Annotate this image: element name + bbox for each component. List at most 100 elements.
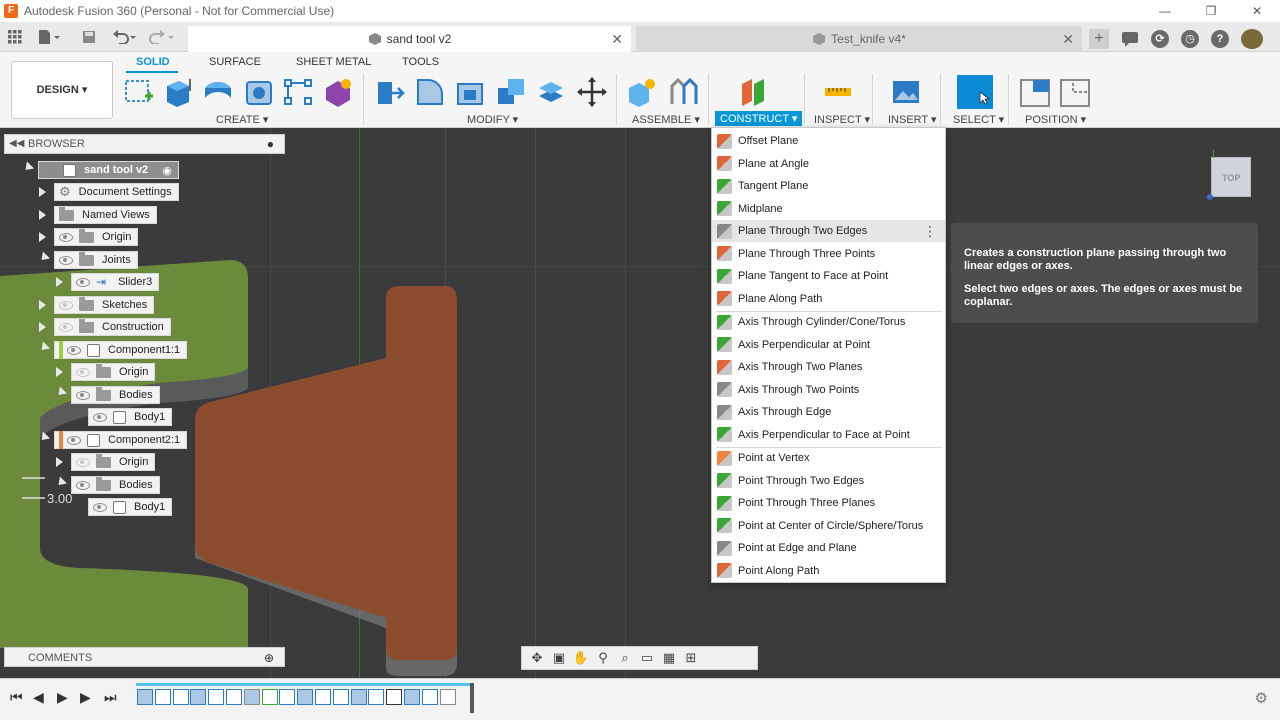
construct-menu-item[interactable]: Axis Through Cylinder/Cone/Torus	[712, 311, 945, 333]
workspace-switcher[interactable]: DESIGN ▾	[11, 61, 113, 119]
timeline-feature-icon[interactable]	[243, 689, 260, 705]
save-icon[interactable]	[82, 22, 96, 52]
expand-arrow-icon[interactable]	[39, 210, 46, 220]
viewports-icon[interactable]: ⊞	[682, 650, 700, 666]
browser-node[interactable]: ⚙ Document Settings	[39, 183, 179, 201]
browser-node[interactable]: Component1:1	[37, 341, 188, 359]
capture-position-icon[interactable]	[1019, 76, 1051, 108]
timeline-feature-icon[interactable]	[297, 689, 314, 705]
avatar[interactable]	[1241, 29, 1263, 49]
construct-menu-item[interactable]: Point Along Path	[712, 560, 945, 582]
grid-settings-icon[interactable]: ▦	[660, 650, 678, 666]
extrude-icon[interactable]	[162, 76, 194, 108]
add-comment-icon[interactable]: ⊕	[264, 651, 274, 665]
pan-icon[interactable]: ✋	[572, 650, 590, 666]
expand-arrow-icon[interactable]	[39, 300, 46, 310]
browser-node[interactable]: Construction	[39, 318, 171, 336]
construct-menu-item[interactable]: Point Through Two Edges	[712, 470, 945, 492]
visibility-eye-icon[interactable]	[93, 412, 107, 422]
viewcube[interactable]: TOP	[1211, 157, 1251, 197]
new-tab-button[interactable]: +	[1089, 29, 1109, 49]
look-at-icon[interactable]: ▣	[550, 650, 568, 666]
timeline-settings-icon[interactable]: ⚙	[1255, 689, 1268, 707]
app-grid-icon[interactable]	[8, 22, 22, 52]
browser-pin-icon[interactable]: ●	[267, 137, 274, 151]
tab-tools[interactable]: TOOLS	[402, 56, 439, 68]
construct-menu-item[interactable]: Plane Tangent to Face at Point	[712, 265, 945, 287]
display-settings-icon[interactable]: ▭	[638, 650, 656, 666]
job-status-icon[interactable]: ⟳	[1151, 30, 1169, 48]
browser-node[interactable]: Body1	[88, 408, 173, 426]
timeline-feature-icon[interactable]	[421, 689, 438, 705]
construct-menu-item[interactable]: Point at Edge and Plane	[712, 537, 945, 559]
tab-sand-tool[interactable]: sand tool v2 ✕	[188, 26, 631, 52]
construct-menu-item[interactable]: Point Through Three Planes	[712, 492, 945, 514]
undo-icon[interactable]	[112, 22, 138, 52]
zoom-window-icon[interactable]: ⌕	[616, 650, 634, 666]
visibility-eye-icon[interactable]	[67, 435, 81, 445]
visibility-eye-icon[interactable]	[76, 390, 90, 400]
zoom-icon[interactable]: ⚲	[594, 650, 612, 666]
construct-menu-item[interactable]: Plane at Angle	[712, 153, 945, 175]
pattern-icon[interactable]	[282, 76, 314, 108]
revolve-icon[interactable]	[202, 76, 234, 108]
construct-menu-item[interactable]: Axis Through Two Planes	[712, 356, 945, 378]
modify-group-label[interactable]: MODIFY ▾	[467, 113, 518, 126]
timeline-feature-icon[interactable]	[154, 689, 171, 705]
construct-menu-item[interactable]: Offset Plane	[712, 130, 945, 152]
collapse-browser-icon[interactable]: ◀◀	[9, 138, 24, 149]
assemble-group-label[interactable]: ASSEMBLE ▾	[632, 113, 700, 126]
browser-node[interactable]: Origin	[56, 363, 156, 381]
timeline-feature-icon[interactable]	[172, 689, 189, 705]
timeline-first-icon[interactable]: ⏮	[10, 689, 23, 706]
tab-solid[interactable]: SOLID	[136, 56, 170, 68]
construct-menu-item[interactable]: Point at Vertex	[712, 447, 945, 469]
combine-icon[interactable]	[495, 76, 527, 108]
construct-menu-item[interactable]: Plane Along Path	[712, 288, 945, 310]
expand-arrow-icon[interactable]	[39, 322, 46, 332]
inspect-group-label[interactable]: INSPECT ▾	[814, 113, 870, 126]
select-icon[interactable]	[957, 75, 993, 109]
browser-node[interactable]: Joints	[37, 251, 138, 269]
joint-icon[interactable]	[667, 76, 699, 108]
hole-icon[interactable]	[243, 76, 275, 108]
browser-node[interactable]: Bodies	[54, 386, 160, 404]
history-icon[interactable]: ◷	[1181, 30, 1199, 48]
notifications-icon[interactable]	[1121, 31, 1139, 47]
timeline-feature-icon[interactable]	[279, 689, 296, 705]
revert-position-icon[interactable]	[1059, 76, 1091, 108]
visibility-eye-icon[interactable]	[67, 345, 81, 355]
browser-node[interactable]: ⇥ Slider3	[56, 273, 160, 291]
construct-menu-item[interactable]: Axis Through Edge	[712, 401, 945, 423]
tab-sheet-metal[interactable]: SHEET METAL	[296, 56, 371, 68]
timeline-feature-icon[interactable]	[208, 689, 225, 705]
fillet-icon[interactable]	[414, 76, 446, 108]
new-component-icon[interactable]	[626, 76, 658, 108]
timeline-feature-icon[interactable]	[137, 689, 153, 705]
browser-node[interactable]: Named Views	[39, 206, 157, 224]
visibility-eye-icon[interactable]	[76, 457, 90, 467]
construct-menu-item[interactable]: Axis Through Two Points	[712, 379, 945, 401]
visibility-eye-icon[interactable]	[93, 502, 107, 512]
help-icon[interactable]: ?	[1211, 30, 1229, 48]
construct-group-label[interactable]: CONSTRUCT ▾	[715, 111, 803, 126]
tab-test-knife[interactable]: Test_knife v4* ✕	[636, 26, 1082, 52]
visibility-eye-icon[interactable]	[59, 300, 73, 310]
create-sketch-icon[interactable]	[123, 76, 155, 108]
browser-node[interactable]: Origin	[56, 453, 156, 471]
expand-arrow-icon[interactable]	[39, 232, 46, 242]
create-group-label[interactable]: CREATE ▾	[216, 113, 268, 126]
timeline-prev-icon[interactable]: ◀	[33, 689, 44, 706]
visibility-eye-icon[interactable]	[76, 480, 90, 490]
timeline-feature-icon[interactable]	[350, 689, 367, 705]
timeline-marker[interactable]	[470, 683, 474, 713]
visibility-eye-icon[interactable]	[59, 255, 73, 265]
orbit-icon[interactable]: ✥	[528, 650, 546, 666]
browser-node[interactable]: sand tool v2 ◉	[21, 161, 179, 179]
construct-menu-item[interactable]: Axis Perpendicular at Point	[712, 334, 945, 356]
minimize-button[interactable]: —	[1142, 0, 1188, 22]
press-pull-icon[interactable]	[374, 76, 406, 108]
design-viewport[interactable]: 3.00 TOP	[0, 128, 1280, 678]
restore-button[interactable]: ❐	[1188, 0, 1234, 22]
tab-surface[interactable]: SURFACE	[209, 56, 261, 68]
